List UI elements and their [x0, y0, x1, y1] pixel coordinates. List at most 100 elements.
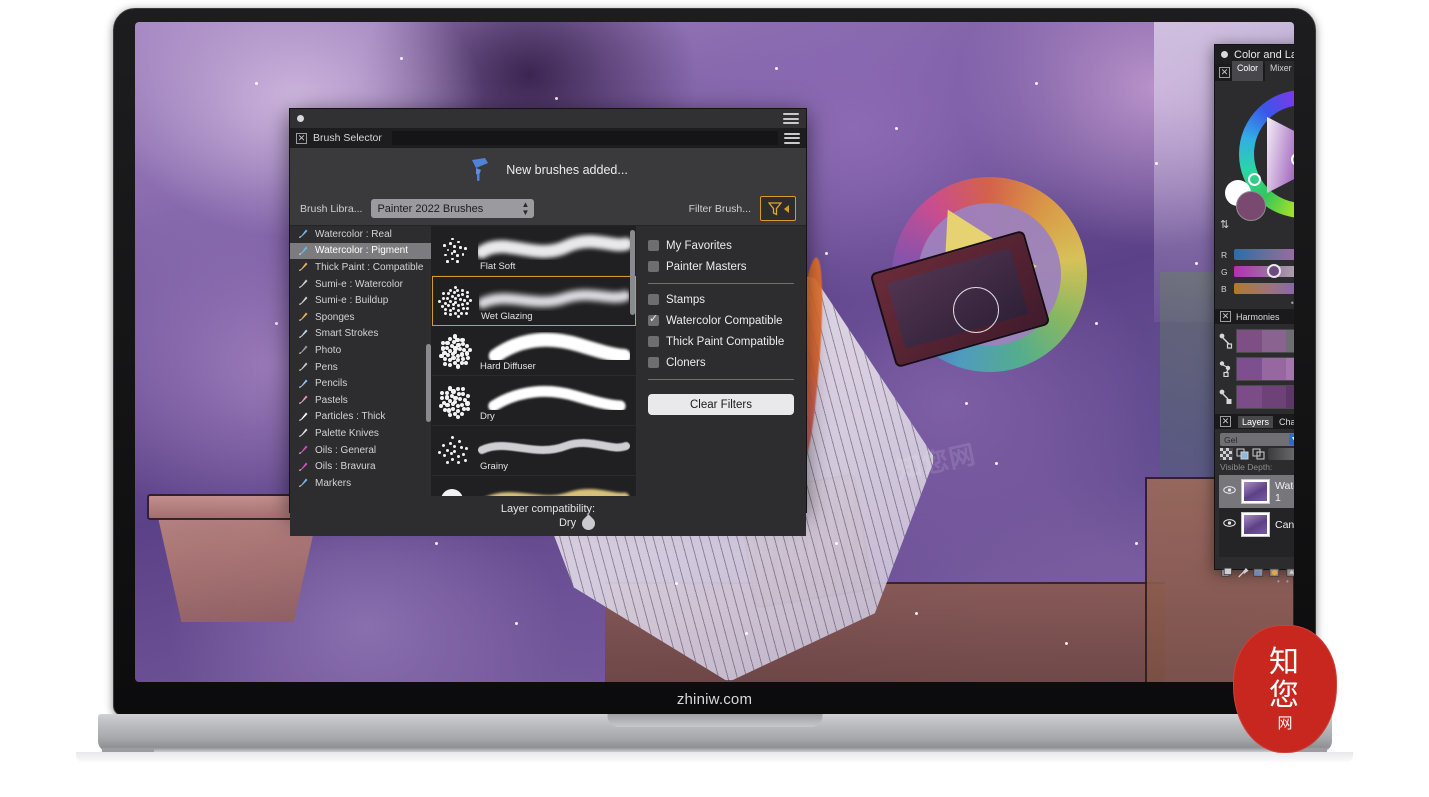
harmonies-header[interactable]: ✕ Harmonies	[1215, 309, 1294, 324]
hue-ring-handle[interactable]	[1248, 173, 1261, 186]
brush-category-thick-paint-compatible[interactable]: Thick Paint : Compatible	[290, 259, 431, 276]
brush-category-palette-knives[interactable]: Palette Knives	[290, 425, 431, 442]
checkbox-icon[interactable]	[648, 313, 659, 326]
brush-selector-top-bar[interactable]	[290, 109, 806, 128]
color-tab-bar[interactable]: ✕ ColorMixerColor Set Libraries	[1215, 60, 1294, 85]
harmony-link-icon[interactable]	[1219, 361, 1233, 378]
layer-thumbnail[interactable]	[1241, 512, 1270, 537]
color-and-layers-panel[interactable]: Color and Layers ✕ ColorMixerColor Set L…	[1214, 44, 1294, 586]
harmony-swatch[interactable]	[1286, 386, 1294, 408]
harmony-swatch[interactable]	[1237, 386, 1262, 408]
harmonies-close-icon[interactable]: ✕	[1220, 311, 1231, 322]
rgb-slider-r[interactable]: R121	[1221, 247, 1294, 262]
rgb-slider-g[interactable]: G77	[1221, 264, 1294, 279]
checkbox-icon[interactable]	[648, 294, 659, 305]
brush-category-watercolor-real[interactable]: Watercolor : Real	[290, 226, 431, 243]
brush-variant-list[interactable]: Flat Soft Wet Glazing Hard Diffuser Dry Grai…	[432, 226, 636, 496]
harmony-swatch[interactable]	[1237, 358, 1262, 380]
close-icon[interactable]: ✕	[296, 132, 307, 144]
brush-variant-item[interactable]: Dry	[432, 376, 636, 426]
brush-variant-item[interactable]	[432, 476, 636, 496]
preserve-transparency-icon[interactable]	[1236, 448, 1249, 460]
swap-colors-icon[interactable]: ⇅	[1220, 218, 1229, 231]
brush-category-sumi-e-watercolor[interactable]: Sumi-e : Watercolor	[290, 276, 431, 293]
brush-category-pastels[interactable]: Pastels	[290, 392, 431, 409]
category-scrollbar[interactable]	[426, 344, 431, 422]
layer-tool-dots[interactable]: • • •	[1277, 577, 1294, 586]
layer-row[interactable]: Canvas	[1219, 508, 1294, 541]
brush-category-sumi-e-buildup[interactable]: Sumi-e : Buildup	[290, 292, 431, 309]
layers-header[interactable]: ✕ LayersChannels	[1215, 414, 1294, 429]
color-close-icon[interactable]: ✕	[1219, 67, 1230, 78]
pick-up-underlying-icon[interactable]	[1252, 448, 1265, 460]
brush-category-list[interactable]: Watercolor : Real Watercolor : Pigment Thi…	[290, 226, 432, 496]
filter-row-stamps[interactable]: Stamps	[648, 289, 794, 310]
layer-row[interactable]: Watercolor Layer 1	[1219, 475, 1294, 508]
clear-filters-button[interactable]: Clear Filters	[648, 394, 794, 415]
harmony-swatch-group[interactable]	[1236, 329, 1294, 353]
brush-category-photo[interactable]: Photo	[290, 342, 431, 359]
brush-variant-item[interactable]: Grainy	[432, 426, 636, 476]
brush-category-smart-strokes[interactable]: Smart Strokes	[290, 326, 431, 343]
filter-row-watercolor-compatible[interactable]: Watercolor Compatible	[648, 310, 794, 331]
brush-selector-title-bar[interactable]: ✕ Brush Selector	[290, 128, 806, 148]
filter-row-cloners[interactable]: Cloners	[648, 352, 794, 373]
checkbox-icon[interactable]	[648, 357, 659, 368]
rgb-handle[interactable]	[1267, 264, 1282, 278]
brush-category-markers[interactable]: Markers	[290, 475, 431, 492]
rgb-track[interactable]	[1234, 264, 1294, 278]
primary-color-swatch[interactable]	[1236, 191, 1266, 221]
layers-close-icon[interactable]: ✕	[1220, 416, 1231, 427]
layer-name[interactable]: Watercolor Layer 1	[1275, 480, 1294, 504]
layer-toolbar[interactable]: • • •	[1215, 561, 1294, 586]
filter-brush-button[interactable]	[760, 196, 796, 221]
filter-row-painter-masters[interactable]: Painter Masters	[648, 256, 794, 277]
harmonies-swatch-rows[interactable]	[1215, 324, 1294, 414]
harmony-link-icon[interactable]	[1219, 333, 1233, 349]
color-page-dots[interactable]: • • •	[1215, 298, 1294, 309]
checkbox-icon[interactable]	[648, 240, 659, 251]
harmony-swatch[interactable]	[1286, 358, 1294, 380]
brush-category-oils-general[interactable]: Oils : General	[290, 442, 431, 459]
brush-category-sponges[interactable]: Sponges	[290, 309, 431, 326]
opacity-slider[interactable]	[1268, 448, 1294, 460]
harmony-swatch-group[interactable]	[1236, 357, 1294, 381]
harmony-swatch-group[interactable]	[1236, 385, 1294, 409]
brush-selector-options-icon[interactable]	[784, 132, 800, 144]
brush-selector-menu-icon[interactable]	[783, 113, 799, 124]
dynamic-plugin-icon[interactable]	[1237, 566, 1249, 580]
brush-category-watercolor-pigment[interactable]: Watercolor : Pigment	[290, 242, 431, 260]
layer-list[interactable]: Watercolor Layer 1 Canvas	[1219, 475, 1294, 557]
variant-scrollbar[interactable]	[630, 230, 635, 315]
harmony-swatch[interactable]	[1261, 358, 1287, 380]
rgb-slider-b[interactable]: B130	[1221, 281, 1294, 296]
brush-category-pens[interactable]: Pens	[290, 359, 431, 376]
eye-icon[interactable]	[1223, 485, 1236, 498]
blend-mode-select[interactable]: Gel ▾	[1220, 433, 1294, 446]
harmony-swatch[interactable]	[1286, 330, 1294, 352]
harmony-row[interactable]	[1219, 383, 1294, 411]
brush-variant-item[interactable]: Wet Glazing	[432, 276, 636, 326]
rgb-track[interactable]	[1234, 249, 1294, 260]
checkbox-icon[interactable]	[648, 261, 659, 272]
brush-library-select[interactable]: Painter 2022 Brushes ▲ ▼	[371, 199, 535, 218]
brush-category-particles-thick[interactable]: Particles : Thick	[290, 409, 431, 426]
brush-variant-item[interactable]: Flat Soft	[432, 226, 636, 276]
harmony-link-icon[interactable]	[1219, 389, 1233, 405]
layer-thumbnail[interactable]	[1241, 479, 1270, 504]
group-layer-icon[interactable]	[1253, 566, 1265, 580]
layers-tab-channels[interactable]: Channels	[1275, 416, 1294, 428]
checkbox-icon[interactable]	[648, 336, 659, 347]
brush-variant-item[interactable]: Hard Diffuser	[432, 326, 636, 376]
harmony-swatch[interactable]	[1261, 386, 1287, 408]
layer-name[interactable]: Canvas	[1275, 519, 1294, 531]
rgb-sliders[interactable]: R121 G77 B130	[1215, 244, 1294, 296]
brush-category-pencils[interactable]: Pencils	[290, 375, 431, 392]
new-layer-icon[interactable]	[1221, 566, 1233, 580]
eye-icon[interactable]	[1223, 518, 1236, 531]
harmony-swatch[interactable]	[1237, 330, 1262, 352]
harmony-swatch[interactable]	[1261, 330, 1287, 352]
filter-row-thick-paint-compatible[interactable]: Thick Paint Compatible	[648, 331, 794, 352]
brush-category-oils-bravura[interactable]: Oils : Bravura	[290, 458, 431, 475]
harmony-row[interactable]	[1219, 355, 1294, 383]
